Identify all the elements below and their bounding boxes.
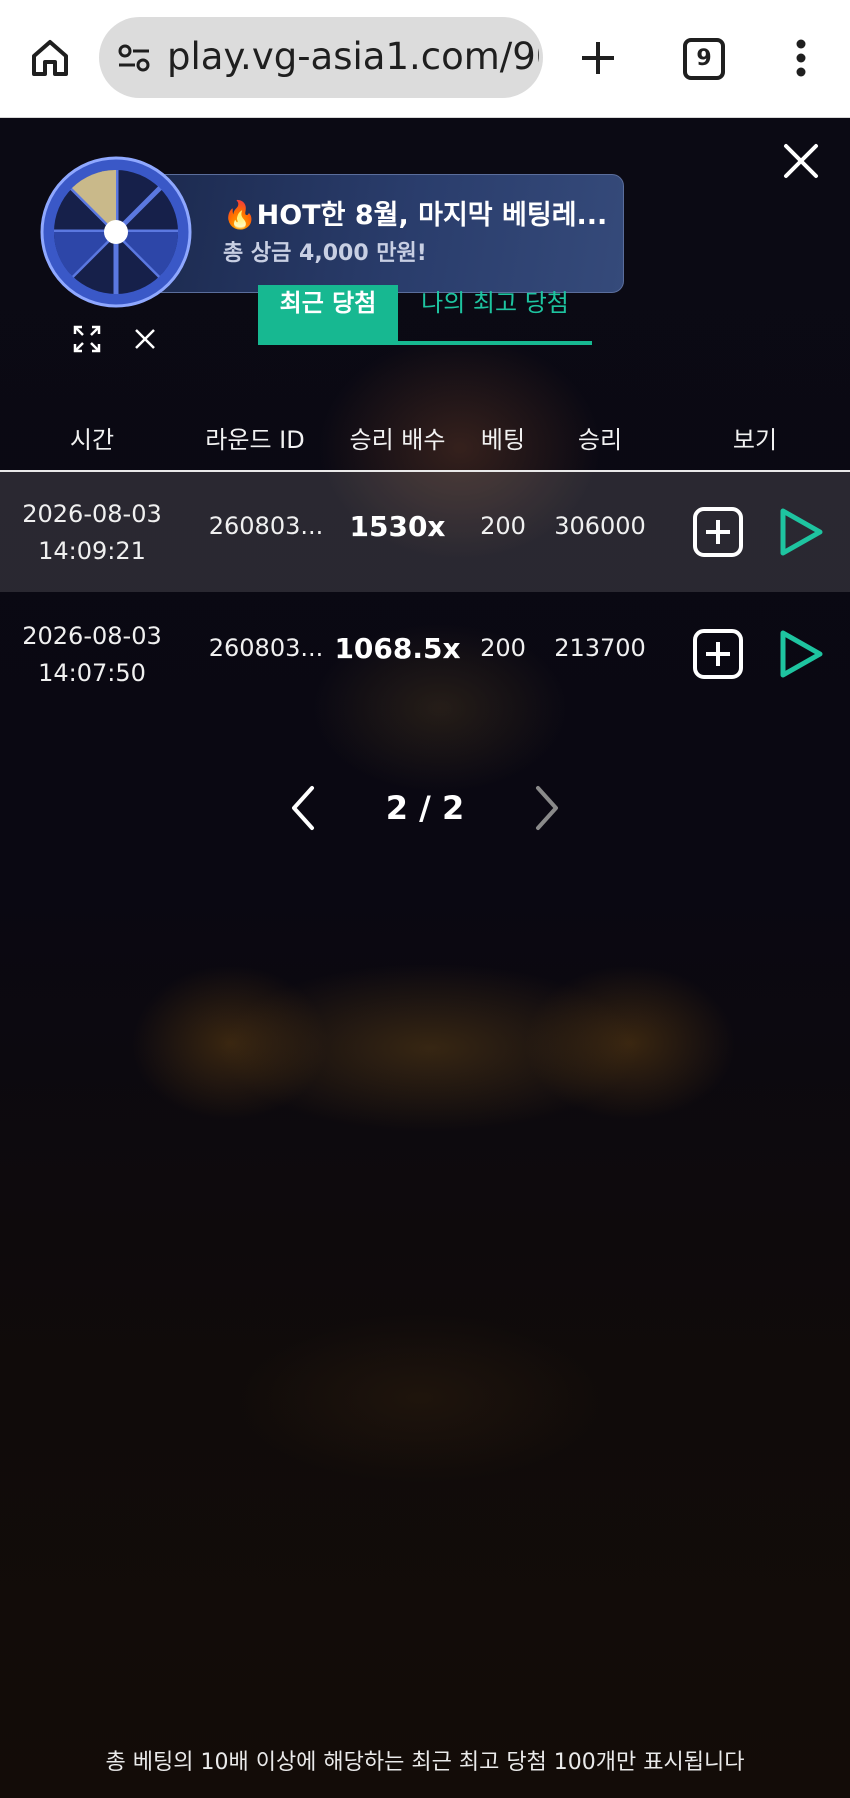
url-text[interactable]: play.vg-asia1.com/90 [167,35,539,79]
widget-close-icon[interactable] [133,327,157,351]
site-settings-icon[interactable] [117,43,151,73]
row-round-id: 260803... [208,512,324,540]
row-bet: 200 [480,512,526,540]
promo-subtitle: 총 상금 4,000 만원! [223,241,427,266]
promo-banner[interactable]: 🔥HOT한 8월, 마지막 베팅레... 총 상금 4,000 만원! [150,174,624,293]
col-multiplier: 승리 배수 [349,426,446,454]
game-background [0,118,850,1798]
row-time: 14:07:50 [38,659,146,687]
tab-my-best-wins[interactable]: 나의 최고 당첨 [398,285,592,345]
row-multiplier: 1068.5x [334,632,461,665]
col-round-id: 라운드 ID [205,426,305,454]
col-time: 시간 [69,426,115,454]
row-time: 14:09:21 [38,537,146,565]
add-icon[interactable] [692,628,744,680]
add-icon[interactable] [692,506,744,558]
promo-title: 🔥HOT한 8월, 마지막 베팅레... [223,200,608,231]
browser-toolbar: play.vg-asia1.com/90 9 [0,0,850,118]
row-date: 2026-08-03 [22,500,162,528]
expand-icon[interactable] [73,325,101,353]
row-win: 306000 [554,512,646,540]
col-view: 보기 [732,426,778,454]
table-row: 2026-08-03 14:09:21 260803... 1530x 200 … [0,472,850,592]
address-bar[interactable]: play.vg-asia1.com/90 [99,17,543,98]
row-multiplier: 1530x [349,510,446,543]
prize-wheel-icon[interactable] [40,156,192,308]
table-header: 시간 라운드 ID 승리 배수 베팅 승리 보기 [0,400,850,472]
col-bet: 베팅 [480,426,526,454]
play-icon[interactable] [778,629,824,679]
row-date: 2026-08-03 [22,622,162,650]
more-menu-icon[interactable] [788,36,814,80]
row-bet: 200 [480,634,526,662]
row-round-id: 260803... [208,634,324,662]
tab-switcher-icon[interactable]: 9 [683,38,725,80]
row-win: 213700 [554,634,646,662]
col-win: 승리 [577,426,623,454]
footnote-text: 총 베팅의 10배 이상에 해당하는 최근 최고 당첨 100개만 표시됩니다 [105,1750,745,1775]
chevron-right-icon[interactable] [532,784,562,832]
table-row: 2026-08-03 14:07:50 260803... 1068.5x 20… [0,594,850,714]
tab-recent-wins[interactable]: 최근 당첨 [258,285,398,345]
new-tab-icon[interactable] [576,36,620,80]
close-icon[interactable] [782,142,820,180]
page-indicator: 2 / 2 [385,789,465,827]
chevron-left-icon[interactable] [288,784,318,832]
play-icon[interactable] [778,507,824,557]
home-icon[interactable] [28,36,72,80]
